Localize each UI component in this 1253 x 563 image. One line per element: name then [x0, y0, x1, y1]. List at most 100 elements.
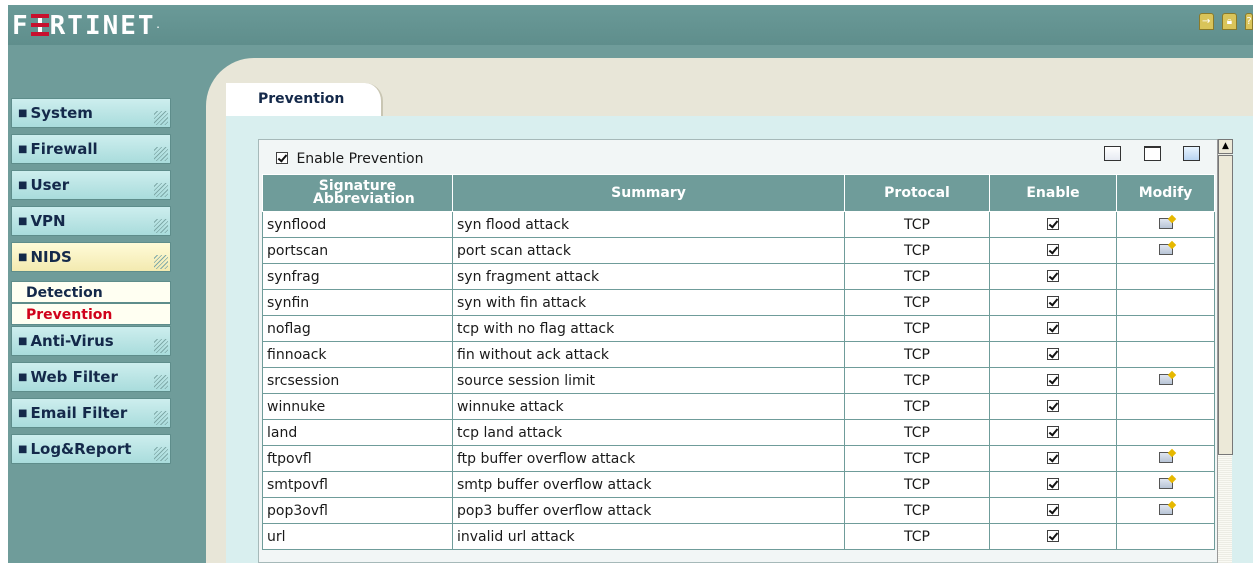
- enable-cell: [989, 367, 1117, 394]
- table-row: url invalid url attack TCP: [262, 523, 1215, 550]
- nav-item-label: System: [30, 104, 93, 122]
- table-row: srcsession source session limit TCP: [262, 367, 1215, 394]
- enable-checkbox[interactable]: [1047, 347, 1059, 360]
- modify-cell: [1116, 497, 1215, 524]
- enable-cell: [989, 419, 1117, 446]
- nav-item-nids[interactable]: ■ NIDS: [11, 242, 171, 272]
- table-row: land tcp land attack TCP: [262, 419, 1215, 446]
- enable-cell: [989, 471, 1117, 498]
- modify-cell: [1116, 471, 1215, 498]
- summary-cell: winnuke attack: [452, 393, 845, 420]
- edit-all-icon[interactable]: [1104, 146, 1121, 161]
- refresh-icon[interactable]: [1183, 146, 1200, 161]
- signature-cell: smtpovfl: [262, 471, 453, 498]
- nav-item-web-filter[interactable]: ■ Web Filter: [11, 362, 171, 392]
- modify-icon[interactable]: [1158, 243, 1173, 255]
- nav-item-label: Web Filter: [30, 368, 118, 386]
- summary-cell: invalid url attack: [452, 523, 845, 550]
- modify-icon[interactable]: [1158, 503, 1173, 515]
- top-banner: F RTINET. → 🔒︎ ?: [8, 5, 1253, 45]
- bullet-icon: ■: [18, 252, 28, 263]
- modify-cell: [1116, 523, 1215, 550]
- bullet-icon: ■: [18, 336, 28, 347]
- prevention-table: Signature Abbreviation Summary Protocal …: [262, 174, 1215, 550]
- enable-prevention-checkbox[interactable]: [276, 152, 288, 164]
- modify-icon[interactable]: [1158, 217, 1173, 229]
- logo-mark-icon: [30, 14, 49, 36]
- nav-item-user[interactable]: ■ User: [11, 170, 171, 200]
- modify-icon[interactable]: [1158, 451, 1173, 463]
- grip-icon: [154, 219, 168, 233]
- signature-cell: synfin: [262, 289, 453, 316]
- summary-cell: tcp land attack: [452, 419, 845, 446]
- protocol-cell: TCP: [844, 289, 990, 316]
- enable-checkbox[interactable]: [1047, 243, 1059, 256]
- signature-cell: finnoack: [262, 341, 453, 368]
- summary-cell: pop3 buffer overflow attack: [452, 497, 845, 524]
- nav-item-anti-virus[interactable]: ■ Anti-Virus: [11, 326, 171, 356]
- nav-item-firewall[interactable]: ■ Firewall: [11, 134, 171, 164]
- enable-checkbox[interactable]: [1047, 295, 1059, 308]
- enable-cell: [989, 289, 1117, 316]
- summary-cell: syn fragment attack: [452, 263, 845, 290]
- summary-cell: syn flood attack: [452, 211, 845, 238]
- subnav-item-prevention[interactable]: Prevention: [11, 303, 171, 325]
- modify-cell: [1116, 393, 1215, 420]
- enable-checkbox[interactable]: [1047, 425, 1059, 438]
- enable-checkbox[interactable]: [1047, 477, 1059, 490]
- bullet-icon: ■: [18, 108, 28, 119]
- enable-checkbox[interactable]: [1047, 451, 1059, 464]
- logout-icon[interactable]: →: [1198, 13, 1214, 30]
- enable-checkbox[interactable]: [1047, 321, 1059, 334]
- nav-item-vpn[interactable]: ■ VPN: [11, 206, 171, 236]
- grip-icon: [154, 111, 168, 125]
- protocol-cell: TCP: [844, 445, 990, 472]
- grip-icon: [154, 183, 168, 197]
- vertical-scrollbar[interactable]: ▲: [1217, 139, 1233, 563]
- protocol-cell: TCP: [844, 367, 990, 394]
- help-icon[interactable]: ?: [1245, 13, 1253, 30]
- bullet-icon: ■: [18, 216, 28, 227]
- protocol-cell: TCP: [844, 523, 990, 550]
- table-row: smtpovfl smtp buffer overflow attack TCP: [262, 471, 1215, 498]
- grip-icon: [154, 339, 168, 353]
- enable-prevention-row[interactable]: Enable Prevention: [276, 150, 423, 168]
- enable-checkbox[interactable]: [1047, 373, 1059, 386]
- summary-cell: fin without ack attack: [452, 341, 845, 368]
- modify-cell: [1116, 367, 1215, 394]
- modify-icon[interactable]: [1158, 477, 1173, 489]
- enable-cell: [989, 445, 1117, 472]
- window-icon[interactable]: [1144, 146, 1161, 161]
- enable-cell: [989, 523, 1117, 550]
- grip-icon: [154, 147, 168, 161]
- scroll-thumb[interactable]: [1218, 155, 1233, 455]
- subnav-item-detection[interactable]: Detection: [11, 281, 171, 303]
- nav-item-email-filter[interactable]: ■ Email Filter: [11, 398, 171, 428]
- enable-checkbox[interactable]: [1047, 503, 1059, 516]
- summary-cell: ftp buffer overflow attack: [452, 445, 845, 472]
- enable-checkbox[interactable]: [1047, 269, 1059, 282]
- nav-item-log-report[interactable]: ■ Log&Report: [11, 434, 171, 464]
- summary-cell: tcp with no flag attack: [452, 315, 845, 342]
- signature-cell: winnuke: [262, 393, 453, 420]
- nav-item-system[interactable]: ■ System: [11, 98, 171, 128]
- enable-checkbox[interactable]: [1047, 399, 1059, 412]
- signature-cell: ftpovfl: [262, 445, 453, 472]
- protocol-cell: TCP: [844, 211, 990, 238]
- col-modify-header: Modify: [1116, 174, 1215, 212]
- table-row: ftpovfl ftp buffer overflow attack TCP: [262, 445, 1215, 472]
- table-row: noflag tcp with no flag attack TCP: [262, 315, 1215, 342]
- enable-cell: [989, 237, 1117, 264]
- modify-cell: [1116, 263, 1215, 290]
- lock-icon[interactable]: 🔒︎: [1221, 13, 1237, 30]
- modify-cell: [1116, 315, 1215, 342]
- scroll-up-arrow-icon[interactable]: ▲: [1218, 139, 1233, 154]
- signature-cell: synfrag: [262, 263, 453, 290]
- enable-checkbox[interactable]: [1047, 217, 1059, 230]
- modify-icon[interactable]: [1158, 373, 1173, 385]
- modify-cell: [1116, 237, 1215, 264]
- table-row: portscan port scan attack TCP: [262, 237, 1215, 264]
- enable-cell: [989, 315, 1117, 342]
- tab-prevention[interactable]: Prevention: [226, 83, 383, 116]
- enable-checkbox[interactable]: [1047, 529, 1059, 542]
